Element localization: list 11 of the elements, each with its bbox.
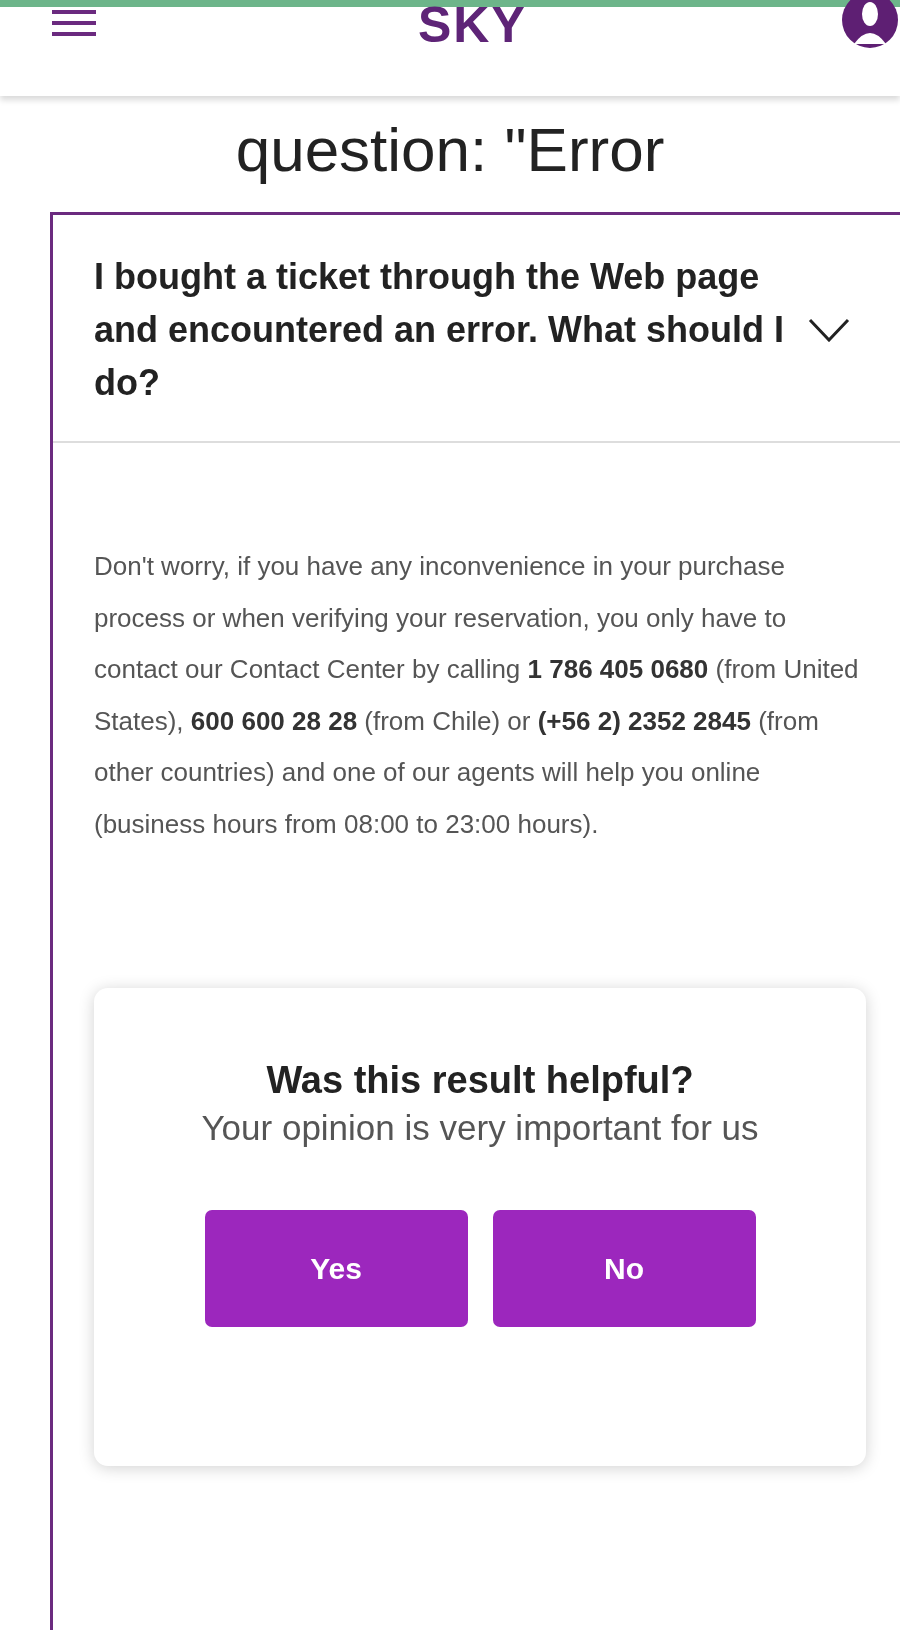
user-icon[interactable]	[840, 0, 900, 50]
feedback-subtitle: Your opinion is very important for us	[200, 1107, 760, 1149]
page-heading: question: "Error	[234, 114, 666, 186]
chevron-icon	[808, 317, 850, 342]
feedback-button[interactable]: Yes	[204, 1210, 468, 1327]
faq-question[interactable]: I bought a ticket through the Web page and encountered an error. What should I do?	[53, 215, 900, 443]
feedback-button[interactable]: No	[492, 1210, 756, 1327]
menu-icon[interactable]	[52, 10, 96, 36]
logo[interactable]: SKY	[418, 0, 527, 50]
feedback-title: Was this result helpful?	[265, 1058, 695, 1103]
answer-text: Don't worry, if you have any inconvenience in your purchase process or when verifying your reservation, you only have to contact our Contact Center by calling 1 786 405 0680 (from United States), 600 600 28 28 (from Chile) or (+56 2) 2352 2845 (from other countries) and one of our agents will help you online (business hours from 08:00 to 23:00 hours).	[94, 550, 860, 841]
